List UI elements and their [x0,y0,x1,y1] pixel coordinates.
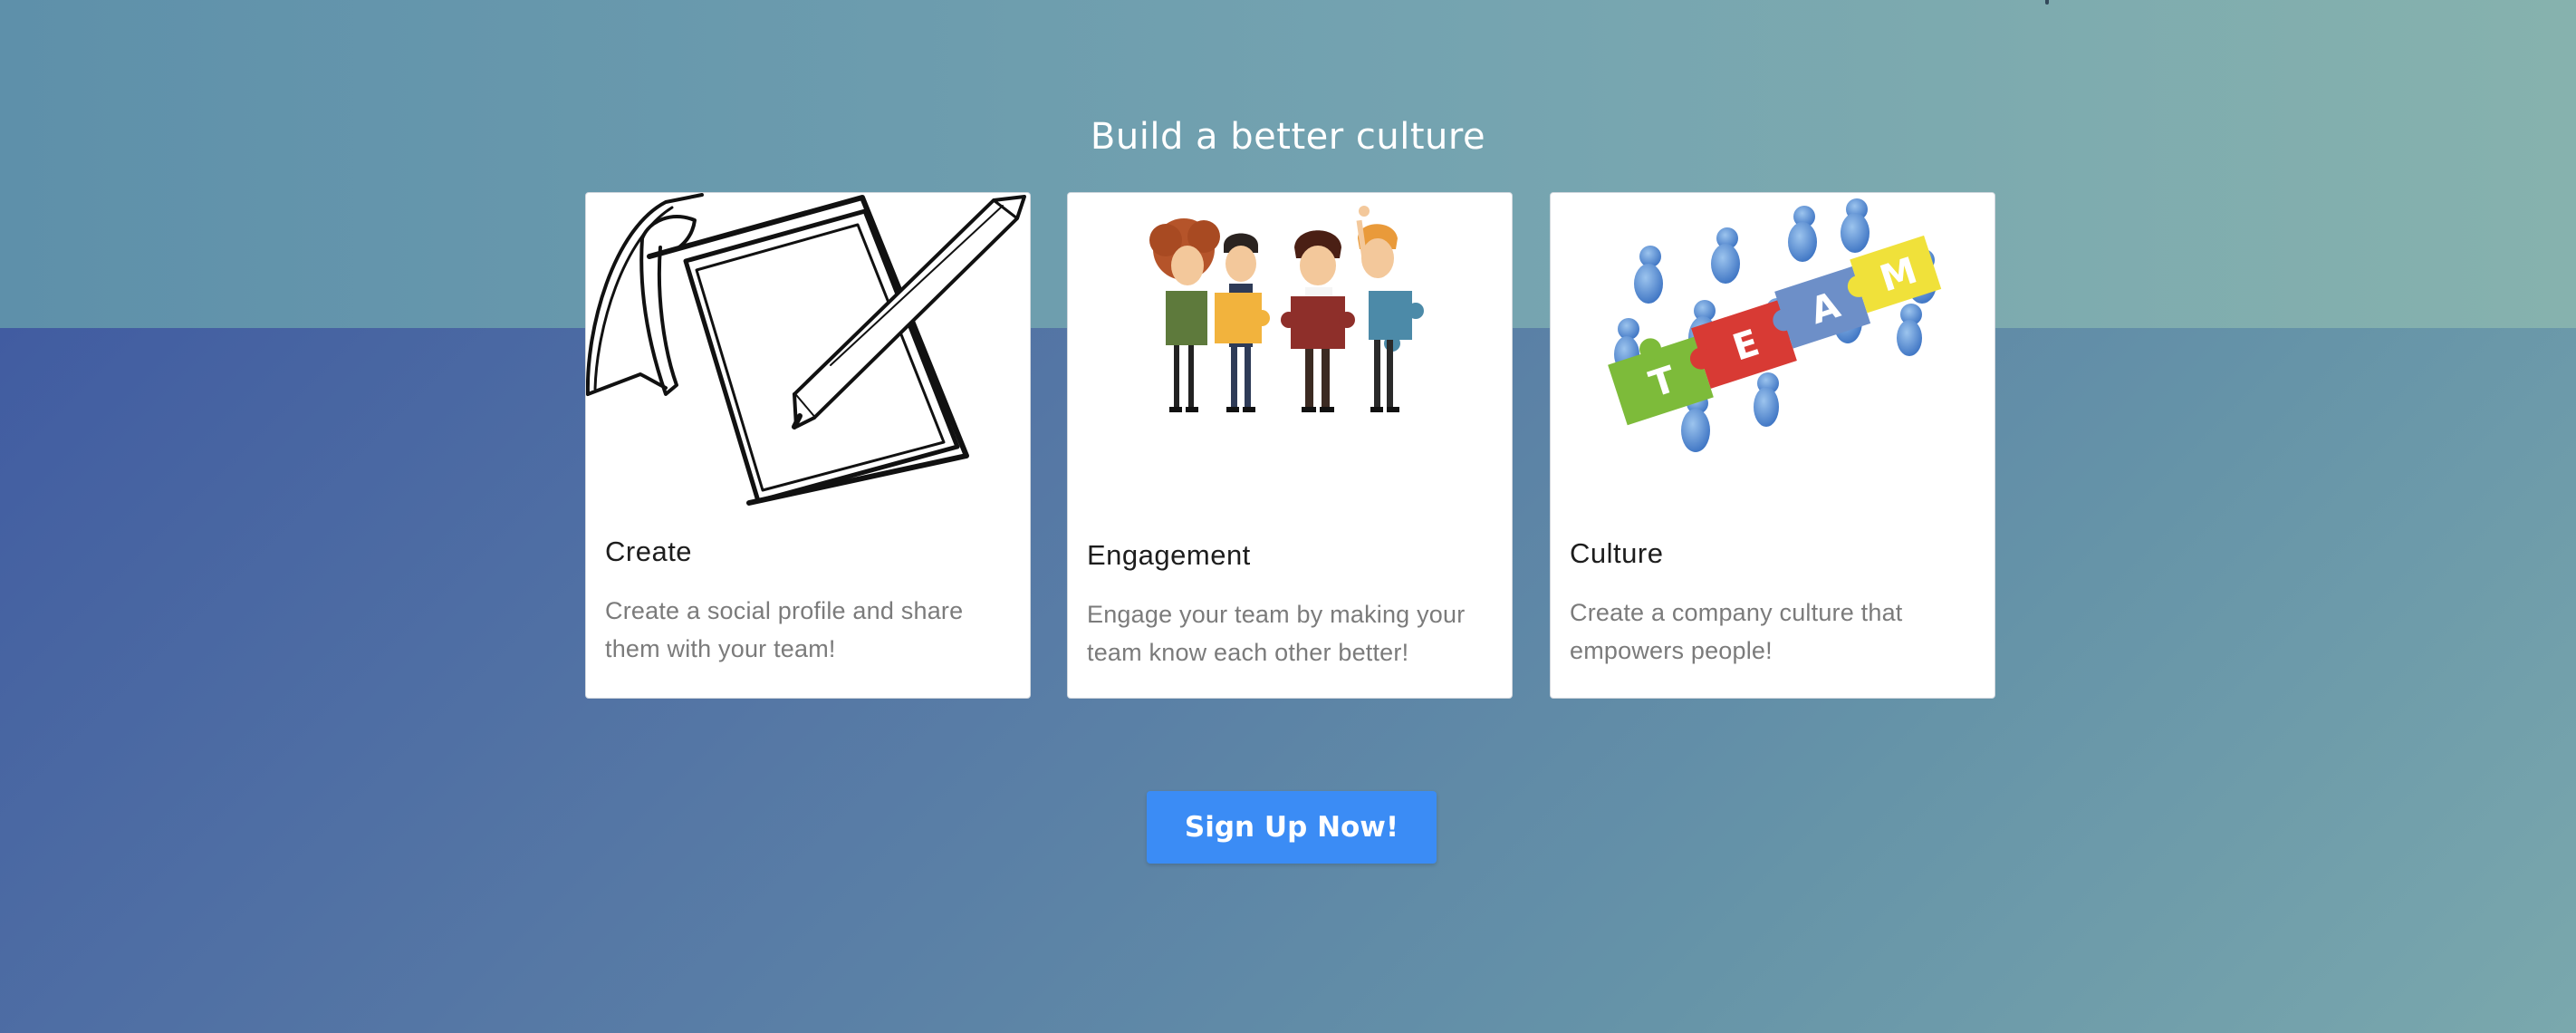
card-description: Create a social profile and share them w… [605,597,964,662]
person-brown-hair [1281,230,1355,412]
card-description: Create a company culture that empowers p… [1570,599,1903,664]
notebook-pencil-illustration [586,193,1030,506]
person-dark-hair [1215,233,1270,412]
card-title: Culture [1570,537,1664,569]
section-title: Build a better culture [1090,116,1486,158]
sign-up-button[interactable]: Sign Up Now! [1147,791,1437,864]
feature-card-create: Create Create a social profile and share… [585,192,1031,699]
card-title: Create [605,536,693,567]
feature-card-engagement: Engagement Engage your team by making yo… [1067,192,1513,699]
team-puzzle-people-illustration [1068,193,1512,506]
header-edge-mark [2045,0,2049,5]
landing-page: Build a better culture Create Create a s… [0,0,2576,1033]
team-puzzle-figures-illustration: T E A M [1551,193,1994,506]
person-curly-hair [1149,218,1220,412]
person-orange-hair [1356,206,1424,412]
card-description: Engage your team by making your team kno… [1087,601,1466,666]
feature-card-culture: T E A M Culture Create a company culture… [1550,192,1995,699]
card-title: Engagement [1087,539,1251,571]
